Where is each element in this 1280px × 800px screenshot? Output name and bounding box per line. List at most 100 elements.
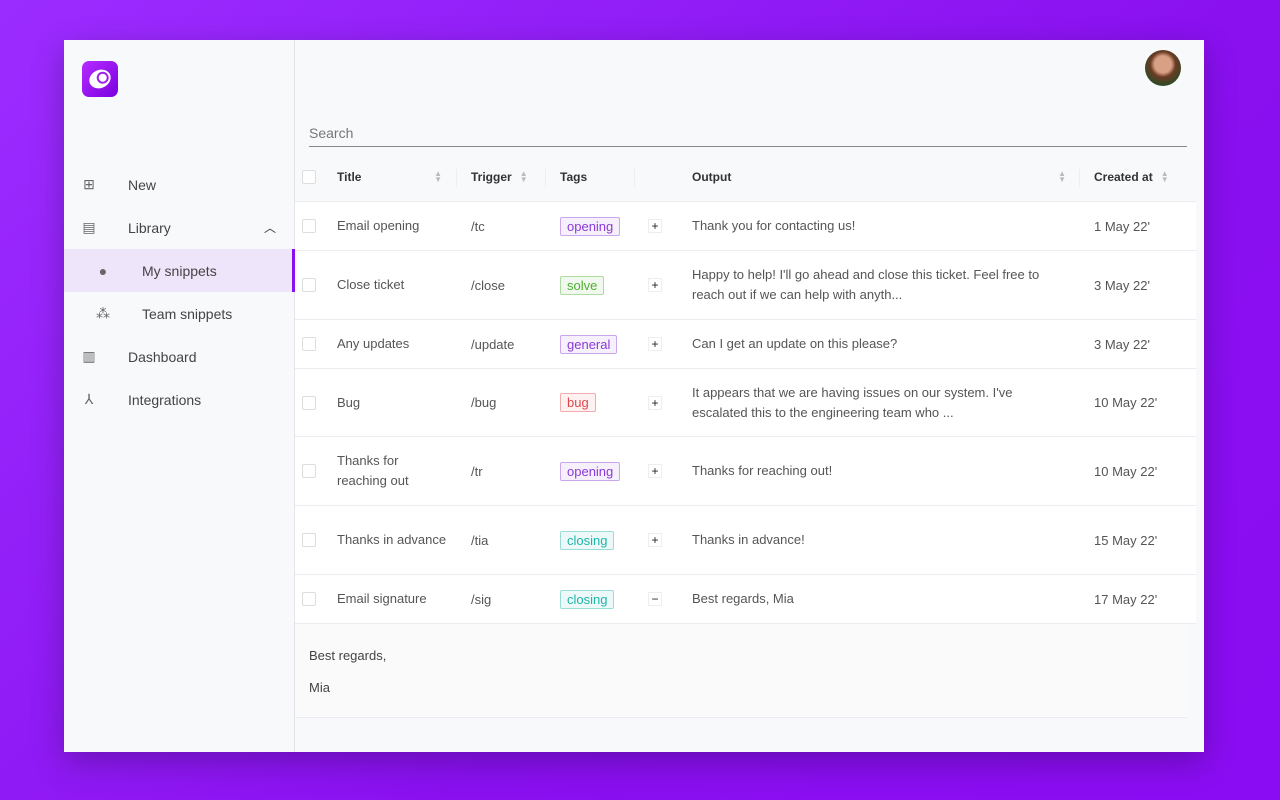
snippet-created: 3 May 22' bbox=[1094, 277, 1150, 293]
library-icon: ▤ bbox=[82, 219, 96, 235]
sort-icon[interactable]: ▲ ▼ bbox=[1161, 170, 1169, 184]
header-created-label: Created at bbox=[1094, 170, 1153, 184]
app-window: ⊞ New ▤ Library ︿ ● My snippets ⁂ Team snippets ▥… bbox=[64, 40, 1204, 752]
divider bbox=[1079, 169, 1080, 187]
table-row[interactable]: Any updates /update general + Can I get … bbox=[295, 320, 1196, 369]
snippet-output: Can I get an update on this please? bbox=[692, 336, 898, 351]
header-created[interactable]: Created at ▲ ▼ bbox=[1094, 170, 1169, 185]
bar-chart-icon: ▥ bbox=[82, 348, 96, 364]
snippet-output: Happy to help! I'll go ahead and close t… bbox=[692, 267, 1040, 302]
snippet-trigger: /sig bbox=[471, 591, 492, 607]
sidebar-item-integrations[interactable]: ⅄ Integrations bbox=[64, 378, 294, 421]
expand-icon[interactable]: + bbox=[648, 464, 662, 478]
expanded-line: Mia bbox=[309, 680, 330, 695]
snippet-title: Email opening bbox=[337, 218, 420, 233]
group-icon: ⁂ bbox=[96, 305, 110, 321]
header-output[interactable]: Output ▲ ▼ bbox=[692, 170, 1066, 185]
snippet-created: 17 May 22' bbox=[1094, 591, 1158, 607]
integrations-icon: ⅄ bbox=[84, 391, 94, 407]
snippet-trigger: /bug bbox=[471, 395, 497, 410]
row-checkbox[interactable] bbox=[302, 219, 316, 233]
divider bbox=[545, 169, 546, 187]
snippet-output: Thanks in advance! bbox=[692, 532, 805, 547]
snippet-trigger: /tc bbox=[471, 218, 485, 234]
snippet-output: It appears that we are having issues on … bbox=[692, 384, 1013, 420]
sidebar: ⊞ New ▤ Library ︿ ● My snippets ⁂ Team snippets ▥… bbox=[64, 40, 295, 752]
add-library-icon: ⊞ bbox=[83, 176, 95, 192]
snippet-trigger: /close bbox=[471, 277, 505, 293]
table-row[interactable]: Email signature /sig closing − Best rega… bbox=[295, 575, 1196, 624]
snippet-title: Bug bbox=[337, 394, 361, 410]
table-row[interactable]: Email opening /tc opening + Thank you fo… bbox=[295, 202, 1196, 251]
snippet-title: Any updates bbox=[337, 336, 410, 351]
table-row[interactable]: Close ticket /close solve + Happy to hel… bbox=[295, 251, 1196, 320]
header-title[interactable]: Title ▲ ▼ bbox=[337, 170, 442, 185]
snippet-title: Email signature bbox=[337, 591, 427, 606]
sidebar-item-library[interactable]: ▤ Library ︿ bbox=[64, 206, 294, 249]
sort-icon[interactable]: ▲ ▼ bbox=[1058, 170, 1066, 184]
select-all-checkbox[interactable] bbox=[302, 170, 316, 184]
header-output-label: Output bbox=[692, 170, 732, 184]
divider bbox=[634, 169, 635, 187]
header-title-label: Title bbox=[337, 170, 362, 184]
snippet-title: Thanks for reaching out bbox=[337, 453, 409, 488]
expand-icon[interactable]: + bbox=[648, 395, 662, 410]
snippet-trigger: /update bbox=[471, 336, 515, 352]
expand-icon[interactable]: + bbox=[648, 278, 662, 292]
snippet-trigger: /tia bbox=[471, 532, 489, 548]
table-header: Title ▲ ▼ Trigger ▲ ▼ Tags Output ▲ ▼ Created … bbox=[295, 153, 1196, 202]
expand-icon[interactable]: + bbox=[648, 337, 662, 351]
row-checkbox[interactable] bbox=[302, 337, 316, 351]
expanded-output: Best regards, Mia bbox=[295, 624, 1187, 718]
tag-badge: solve bbox=[560, 275, 605, 295]
header-tags: Tags bbox=[560, 170, 588, 184]
sidebar-item-team-snippets[interactable]: ⁂ Team snippets bbox=[64, 292, 294, 335]
main-content: Title ▲▼ Trigger ▲▼ Tags Output ▲▼ Created … bbox=[295, 40, 1204, 752]
sidebar-item-label: New bbox=[128, 176, 157, 193]
row-checkbox[interactable] bbox=[302, 395, 316, 410]
snippets-table: Title ▲ ▼ Trigger ▲ ▼ Tags Output ▲ ▼ Created … bbox=[295, 153, 1196, 718]
expand-icon[interactable]: + bbox=[648, 219, 662, 233]
table-row[interactable]: Thanks in advance /tia closing + Thanks … bbox=[295, 506, 1196, 575]
collapse-icon[interactable]: − bbox=[648, 592, 662, 606]
avatar[interactable] bbox=[1145, 50, 1181, 86]
sidebar-item-dashboard[interactable]: ▥ Dashboard bbox=[64, 335, 294, 378]
snippet-trigger: /tr bbox=[471, 463, 483, 479]
tag-badge: closing bbox=[560, 530, 615, 550]
snippet-created: 10 May 22' bbox=[1094, 463, 1158, 479]
table-row[interactable]: Bug /bug bug + It appears that we are ha… bbox=[295, 369, 1196, 437]
search-input[interactable] bbox=[309, 120, 1187, 147]
snippet-created: 15 May 22' bbox=[1094, 532, 1158, 548]
snippet-output: Best regards, Mia bbox=[692, 591, 794, 606]
tag-badge: general bbox=[560, 334, 618, 354]
divider bbox=[456, 169, 457, 187]
row-checkbox[interactable] bbox=[302, 464, 316, 478]
row-checkbox[interactable] bbox=[302, 278, 316, 292]
chevron-up-icon[interactable]: ︿ bbox=[264, 219, 276, 236]
app-logo[interactable] bbox=[82, 61, 118, 97]
expanded-line: Best regards, bbox=[309, 648, 387, 663]
snippet-title: Thanks in advance bbox=[337, 532, 447, 547]
table-row[interactable]: Thanks for reaching out /tr opening + Th… bbox=[295, 437, 1196, 506]
header-trigger[interactable]: Trigger ▲ ▼ bbox=[471, 170, 528, 185]
sidebar-item-label: My snippets bbox=[142, 262, 217, 279]
row-checkbox[interactable] bbox=[302, 533, 316, 547]
tag-badge: opening bbox=[560, 216, 621, 236]
snippet-created: 3 May 22' bbox=[1094, 336, 1150, 352]
tag-badge: opening bbox=[560, 461, 621, 481]
expand-icon[interactable]: + bbox=[648, 533, 662, 547]
snippet-title: Close ticket bbox=[337, 277, 405, 292]
snippet-created: 1 May 22' bbox=[1094, 218, 1150, 234]
sort-icon[interactable]: ▲ ▼ bbox=[520, 170, 528, 184]
snippet-output: Thanks for reaching out! bbox=[692, 463, 833, 478]
sidebar-item-label: Integrations bbox=[128, 391, 202, 408]
snippet-output: Thank you for contacting us! bbox=[692, 218, 856, 233]
sidebar-item-new[interactable]: ⊞ New bbox=[64, 163, 294, 206]
sidebar-item-label: Library bbox=[128, 219, 171, 236]
sidebar-nav: ⊞ New ▤ Library ︿ ● My snippets ⁂ Team snippets ▥… bbox=[64, 163, 295, 421]
header-trigger-label: Trigger bbox=[471, 170, 512, 184]
sidebar-item-my-snippets[interactable]: ● My snippets bbox=[64, 249, 295, 292]
sort-icon[interactable]: ▲ ▼ bbox=[434, 170, 442, 184]
snippet-created: 10 May 22' bbox=[1094, 395, 1158, 410]
row-checkbox[interactable] bbox=[302, 592, 316, 606]
